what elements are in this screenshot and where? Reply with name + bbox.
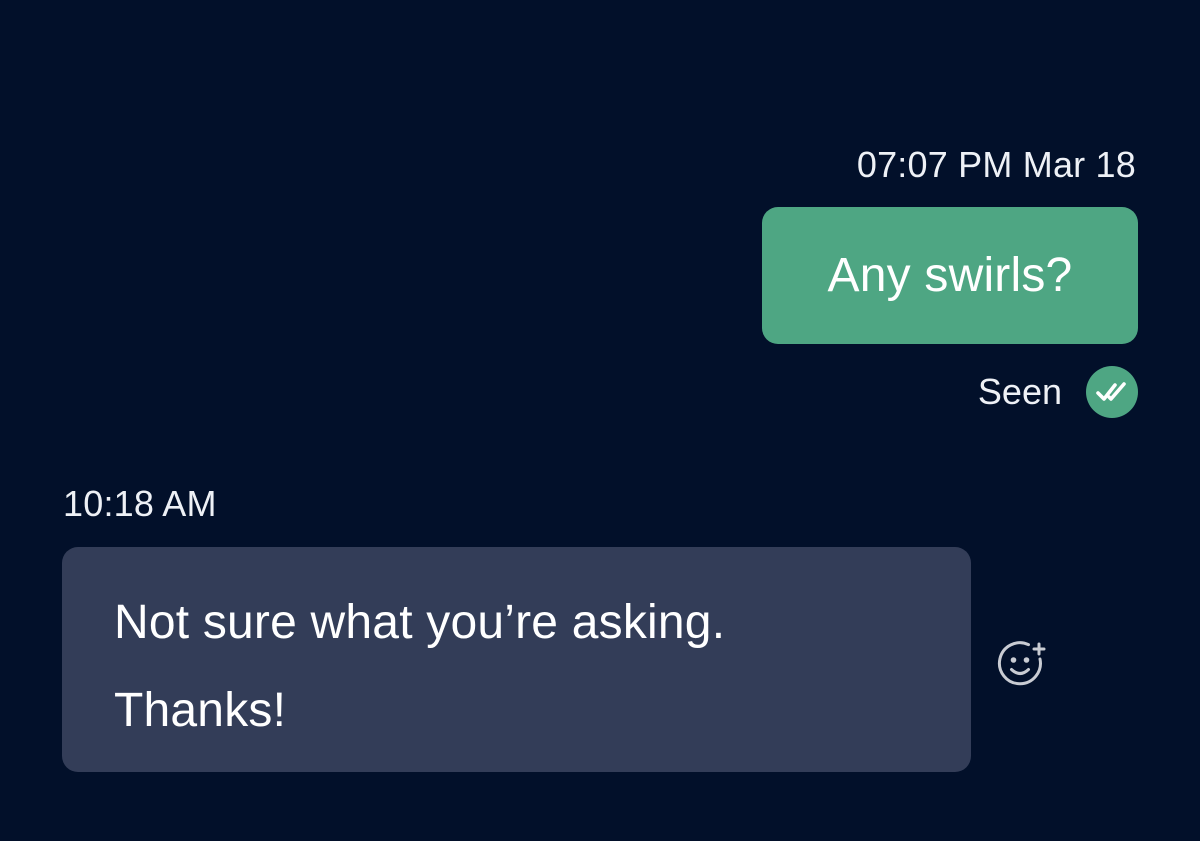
double-check-icon xyxy=(1086,366,1138,418)
chat-thread: 07:07 PM Mar 18 Any swirls? Seen 10:18 A… xyxy=(0,0,1200,841)
sent-message-bubble[interactable]: Any swirls? xyxy=(762,207,1138,344)
sent-message-text: Any swirls? xyxy=(827,249,1073,302)
add-reaction-icon[interactable] xyxy=(994,636,1050,692)
read-receipt: Seen xyxy=(978,366,1138,418)
received-message-bubble[interactable]: Not sure what you’re asking. Thanks! xyxy=(62,547,971,772)
read-receipt-label: Seen xyxy=(977,371,1062,412)
received-message-timestamp: 10:18 AM xyxy=(63,483,217,524)
sent-message-timestamp: 07:07 PM Mar 18 xyxy=(856,144,1136,185)
